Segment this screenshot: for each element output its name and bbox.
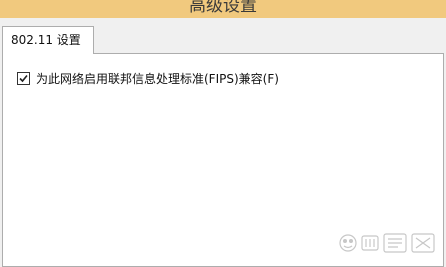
dialog-body: 802.11 设置 为此网络启用联邦信息处理标准(FIPS)兼容(F) xyxy=(0,18,446,267)
fips-option[interactable]: 为此网络启用联邦信息处理标准(FIPS)兼容(F) xyxy=(17,70,279,86)
title-bar: 高级设置 xyxy=(0,0,446,18)
fips-checkbox[interactable] xyxy=(17,71,30,85)
checkmark-icon xyxy=(19,74,28,82)
tab-80211-settings[interactable]: 802.11 设置 xyxy=(2,26,94,54)
fips-option-label: 为此网络启用联邦信息处理标准(FIPS)兼容(F) xyxy=(36,71,279,86)
baidu-watermark-logo xyxy=(336,229,440,257)
window-title: 高级设置 xyxy=(189,0,257,16)
